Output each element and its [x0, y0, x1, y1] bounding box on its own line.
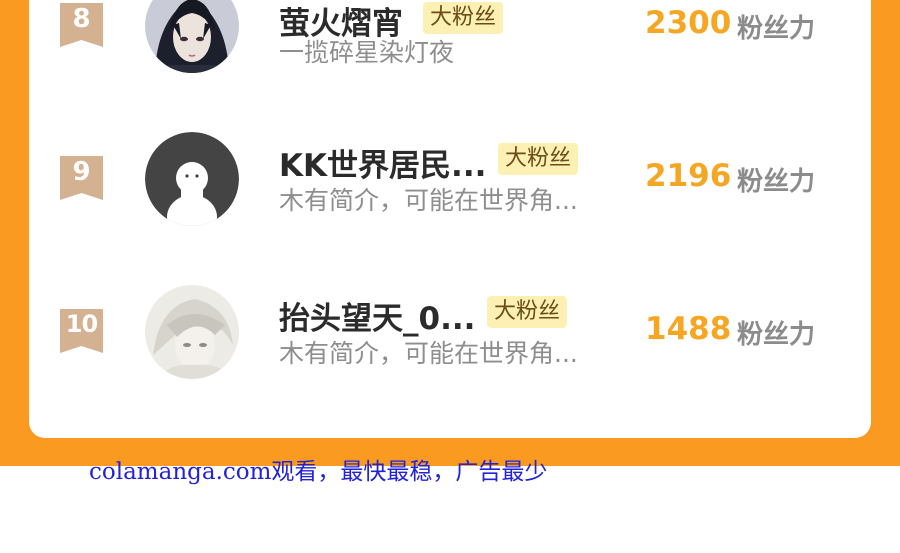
ranking-row[interactable]: 8 萤火熠宵 大粉丝 一揽碎星染灯夜 2300 粉丝力	[29, 0, 871, 73]
fan-level-tag: 大粉丝	[423, 2, 504, 34]
ranking-row[interactable]: 9 KK世界居民... 大粉丝 木有简介，可能在世界角... 2196 粉丝力	[29, 113, 871, 226]
bio: 一揽碎星染灯夜	[279, 38, 455, 67]
fan-power-score: 1488	[645, 311, 732, 347]
fan-power-unit: 粉丝力	[737, 14, 816, 44]
nickname[interactable]: KK世界居民...	[279, 140, 486, 185]
nickname[interactable]: 抬头望天_0...	[279, 293, 475, 338]
rank-badge: 9	[60, 156, 103, 200]
site-watermark: colamanga.com观看，最快最稳，广告最少	[89, 459, 548, 485]
avatar[interactable]	[145, 132, 239, 226]
avatar[interactable]	[145, 285, 239, 379]
rank-badge: 10	[60, 309, 103, 353]
ranking-row[interactable]: 10 抬头望天_0... 大粉丝 木有简介，可能在世界角... 1488 粉丝力	[29, 266, 871, 379]
fan-level-tag: 大粉丝	[487, 296, 568, 328]
fan-power-unit: 粉丝力	[737, 167, 816, 197]
avatar[interactable]	[145, 0, 239, 73]
default-avatar-icon	[145, 132, 239, 226]
avatar-image	[145, 0, 239, 73]
fan-power-unit: 粉丝力	[737, 320, 816, 350]
bio: 木有简介，可能在世界角...	[279, 186, 578, 215]
fan-power-score: 2300	[645, 5, 732, 41]
bio: 木有简介，可能在世界角...	[279, 339, 578, 368]
rank-badge: 8	[60, 3, 103, 47]
ranking-card: 8 萤火熠宵 大粉丝 一揽碎星染灯夜 2300 粉丝力 9 KK世界居民... …	[29, 0, 871, 438]
avatar-image	[145, 285, 239, 379]
fan-power-score: 2196	[645, 158, 732, 194]
fan-level-tag: 大粉丝	[498, 143, 579, 175]
